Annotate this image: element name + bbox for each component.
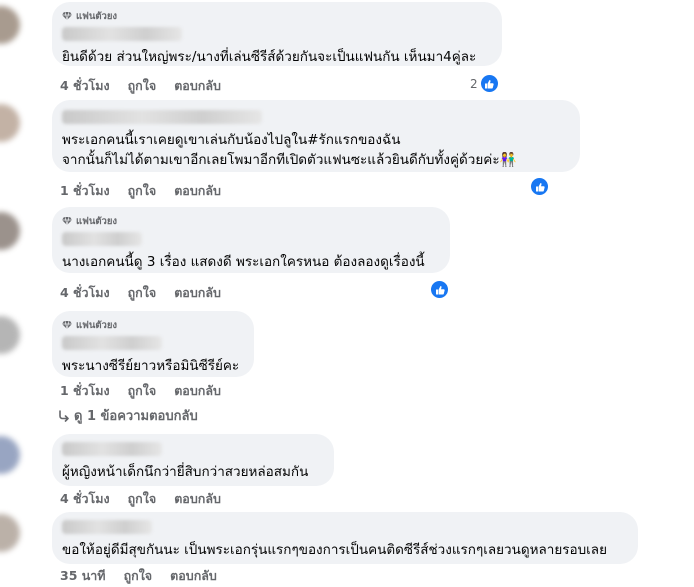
view-replies-link[interactable]: ดู 1 ข้อความตอบกลับ	[58, 405, 198, 426]
comment-bubble: ขอให้อยู่ดีมีสุขกันนะ เป็นพระเอกรุ่นแรกๆ…	[52, 512, 638, 564]
avatar[interactable]	[0, 316, 20, 354]
diamond-icon	[62, 11, 72, 21]
comment-actions: 1 ชั่วโมง ถูกใจ ตอบกลับ	[60, 381, 221, 401]
timestamp[interactable]: 4 ชั่วโมง	[60, 76, 110, 96]
timestamp[interactable]: 1 ชั่วโมง	[60, 181, 110, 201]
avatar[interactable]	[0, 104, 20, 142]
timestamp[interactable]: 35 นาที	[60, 566, 106, 586]
reaction-summary[interactable]	[530, 177, 549, 196]
comment-text-line-2: จากนั้นก็ไม่ได้ตามเขาอีกเลยโพมาอีกทีเปิด…	[62, 152, 517, 168]
reply-button[interactable]: ตอบกลับ	[174, 181, 221, 201]
thumbs-up-icon	[430, 280, 449, 299]
comment-actions: 1 ชั่วโมง ถูกใจ ตอบกลับ	[60, 181, 221, 201]
author-name[interactable]	[62, 442, 162, 456]
reply-button[interactable]: ตอบกลับ	[174, 489, 221, 509]
avatar[interactable]	[0, 514, 20, 552]
badge-label: แฟนตัวยง	[76, 10, 118, 22]
comment-text: พระเอกคนนี้เราเคยดูเขาเล่นกับน้องไปลูใน#…	[62, 132, 401, 148]
view-replies-label: ดู 1 ข้อความตอบกลับ	[74, 409, 198, 424]
reply-arrow-icon	[59, 409, 69, 422]
top-fan-badge: แฟนตัวยง	[62, 9, 490, 23]
reply-button[interactable]: ตอบกลับ	[174, 381, 221, 401]
diamond-icon	[62, 320, 72, 330]
comment-bubble: แฟนตัวยง นางเอกคนนี้ดู 3 เรื่อง แสดงดี พ…	[52, 207, 450, 273]
comment-actions: 4 ชั่วโมง ถูกใจ ตอบกลับ	[60, 489, 221, 509]
comment-actions: 4 ชั่วโมง ถูกใจ ตอบกลับ	[60, 76, 221, 96]
reaction-summary[interactable]	[430, 280, 449, 299]
like-button[interactable]: ถูกใจ	[128, 283, 157, 303]
like-button[interactable]: ถูกใจ	[128, 76, 157, 96]
comment-text: พระนางซีรีย์ยาวหรือมินิซีรีย์คะ	[62, 358, 240, 374]
comment-actions: 35 นาที ถูกใจ ตอบกลับ	[60, 566, 217, 586]
like-button[interactable]: ถูกใจ	[128, 181, 157, 201]
comment-bubble: แฟนตัวยง ยินดีด้วย ส่วนใหญ่พระ/นางที่เล่…	[52, 2, 502, 66]
comment-text: ผู้หญิงหน้าเด็กนึกว่ายี่สิบกว่าสวยหล่อสม…	[62, 464, 309, 480]
author-name[interactable]	[62, 110, 262, 124]
diamond-icon	[62, 216, 72, 226]
comment-bubble: พระเอกคนนี้เราเคยดูเขาเล่นกับน้องไปลูใน#…	[52, 100, 580, 172]
timestamp[interactable]: 4 ชั่วโมง	[60, 489, 110, 509]
timestamp[interactable]: 1 ชั่วโมง	[60, 381, 110, 401]
reply-button[interactable]: ตอบกลับ	[174, 76, 221, 96]
comment-bubble: แฟนตัวยง พระนางซีรีย์ยาวหรือมินิซีรีย์คะ	[52, 311, 254, 377]
avatar[interactable]	[0, 6, 20, 44]
comment-text: ขอให้อยู่ดีมีสุขกันนะ เป็นพระเอกรุ่นแรกๆ…	[62, 542, 607, 558]
like-button[interactable]: ถูกใจ	[128, 489, 157, 509]
thumbs-up-icon	[479, 74, 499, 93]
badge-label: แฟนตัวยง	[76, 215, 118, 227]
reaction-summary[interactable]: 2	[470, 74, 499, 93]
avatar[interactable]	[0, 212, 20, 250]
reply-button[interactable]: ตอบกลับ	[174, 283, 221, 303]
reaction-count: 2	[470, 76, 478, 91]
timestamp[interactable]: 4 ชั่วโมง	[60, 283, 110, 303]
like-button[interactable]: ถูกใจ	[128, 381, 157, 401]
comment-text: นางเอกคนนี้ดู 3 เรื่อง แสดงดี พระเอกใครห…	[62, 254, 425, 270]
top-fan-badge: แฟนตัวยง	[62, 214, 438, 228]
author-name[interactable]	[62, 520, 152, 534]
comment-actions: 4 ชั่วโมง ถูกใจ ตอบกลับ	[60, 283, 221, 303]
like-button[interactable]: ถูกใจ	[124, 566, 153, 586]
comment-text: ยินดีด้วย ส่วนใหญ่พระ/นางที่เล่นซีรีส์ด้…	[62, 49, 477, 65]
top-fan-badge: แฟนตัวยง	[62, 318, 242, 332]
reply-button[interactable]: ตอบกลับ	[170, 566, 217, 586]
author-name[interactable]	[62, 232, 142, 246]
badge-label: แฟนตัวยง	[76, 319, 118, 331]
author-name[interactable]	[62, 27, 182, 41]
author-name[interactable]	[62, 336, 162, 350]
thumbs-up-icon	[530, 177, 549, 196]
comment-bubble: ผู้หญิงหน้าเด็กนึกว่ายี่สิบกว่าสวยหล่อสม…	[52, 434, 334, 486]
avatar[interactable]	[0, 436, 20, 474]
